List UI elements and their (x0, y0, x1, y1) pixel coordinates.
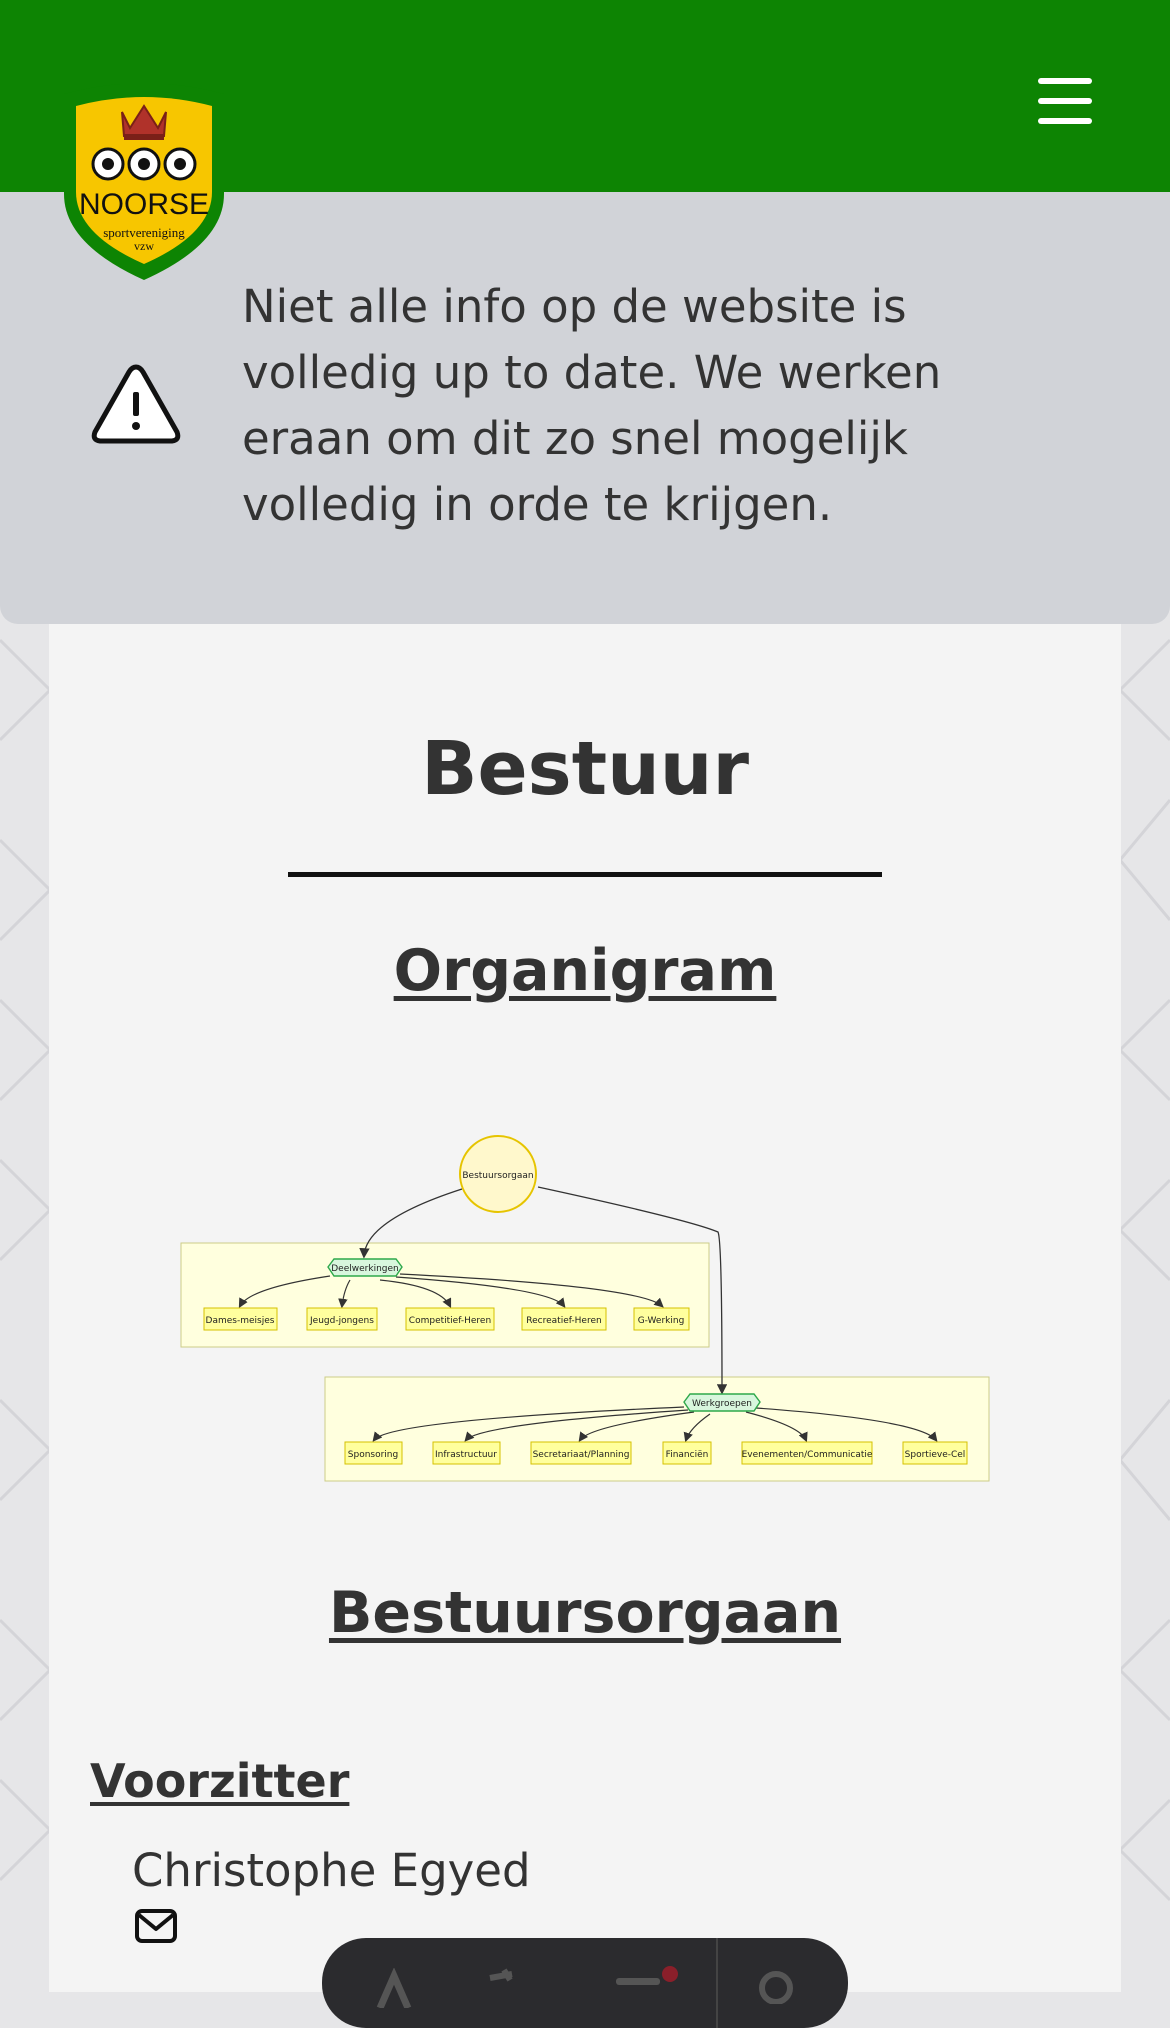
logo-subtext-2: vzw (134, 239, 154, 253)
hamburger-menu-icon[interactable] (1030, 78, 1100, 132)
football-icons (91, 147, 197, 181)
org-node-root-label: Bestuursorgaan (462, 1171, 533, 1181)
org-node-deelwerkingen-label: Deelwerkingen (331, 1264, 398, 1274)
brush-icon[interactable] (482, 1964, 526, 2004)
werkgroepen-cluster (324, 1376, 990, 1482)
menu-bar (1038, 98, 1092, 104)
org-node-label: Sponsoring (348, 1450, 398, 1460)
menu-bar (1038, 78, 1092, 84)
org-node-label: Secretariaat/Planning (533, 1450, 630, 1460)
title-divider (288, 872, 882, 877)
org-node-label: G-Werking (638, 1316, 685, 1326)
org-node-label: Financiën (666, 1450, 709, 1460)
role-title: Voorzitter (90, 1754, 350, 1808)
toolbar-divider (716, 1938, 718, 2028)
filter-icon[interactable] (616, 1960, 680, 2000)
warning-triangle-icon (91, 364, 181, 444)
logo-subtext: sportvereniging (103, 225, 185, 240)
bestuursorgaan-heading: Bestuursorgaan (328, 1580, 842, 1646)
person-name: Christophe Egyed (132, 1844, 531, 1897)
org-node-label: Dames-meisjes (206, 1316, 275, 1326)
floating-toolbar[interactable] (322, 1938, 848, 2028)
org-node-label: Recreatief-Heren (526, 1316, 601, 1326)
logo-text: NOORSE (79, 188, 209, 221)
gear-icon[interactable] (752, 1964, 800, 2004)
club-logo[interactable]: NOORSE sportvereniging vzw (56, 84, 232, 280)
org-node-label: Competitief-Heren (409, 1316, 491, 1326)
org-node-werkgroepen-label: Werkgroepen (692, 1399, 752, 1409)
notice-text: Niet alle info op de website is volledig… (242, 280, 942, 531)
envelope-icon[interactable] (134, 1908, 178, 1944)
org-node-label: Jeugd-jongens (309, 1316, 374, 1326)
page-title: Bestuur (421, 726, 749, 812)
organigram-heading: Organigram (393, 938, 777, 1004)
org-node-label: Evenementen/Communicatie (742, 1450, 873, 1460)
text-size-icon[interactable] (374, 1968, 414, 2008)
menu-bar (1038, 118, 1092, 124)
org-node-label: Sportieve-Cel (905, 1450, 966, 1460)
organigram-diagram: Bestuursorgaan Deelwerkingen Dames-meisj… (180, 1135, 990, 1482)
org-node-label: Infrastructuur (435, 1450, 497, 1460)
